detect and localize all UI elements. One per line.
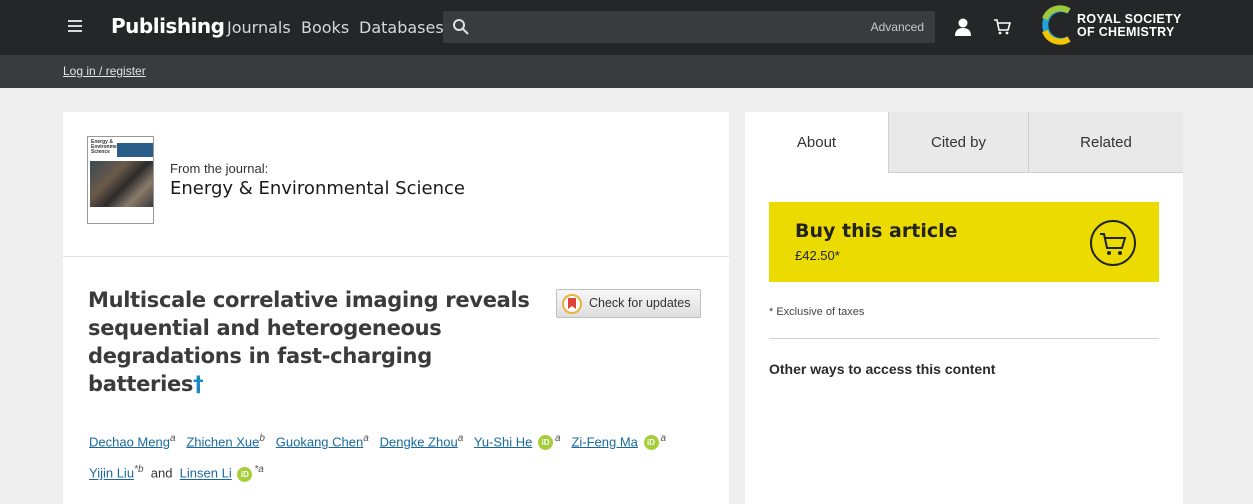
search-box: Advanced [443,11,935,43]
nav-journals[interactable]: Journals [227,18,291,37]
affiliation-marker[interactable]: a [458,433,464,444]
advanced-search-link[interactable]: Advanced [871,20,924,34]
brand-publishing[interactable]: Publishing [111,14,225,38]
login-register-link[interactable]: Log in / register [63,64,146,78]
journal-name-link[interactable]: Energy & Environmental Science [170,178,465,199]
affiliation-marker[interactable]: *b [134,464,143,475]
tab-related[interactable]: Related [1028,112,1183,173]
tab-about[interactable]: About [745,112,888,173]
top-navigation-bar: Publishing Journals Books Databases Adva… [0,0,1253,55]
tab-cited-by[interactable]: Cited by [888,112,1028,173]
sidebar-card: About Cited by Related Buy this article … [745,112,1183,504]
author-link[interactable]: Zi-Feng Ma [571,434,637,449]
buy-price: £42.50* [795,248,840,263]
author-list: Dechao Menga Zhichen Xueb Guokang Chena … [89,425,719,488]
author-link[interactable]: Zhichen Xue [186,434,259,449]
nav-databases[interactable]: Databases [359,18,444,37]
search-icon[interactable] [452,18,470,36]
article-title-text: Multiscale correlative imaging reveals s… [88,288,530,396]
article-card: Energy & Environmental Science From the … [63,112,729,504]
nav-books[interactable]: Books [301,18,349,37]
secondary-bar [0,55,1253,88]
author-link[interactable]: Linsen Li [180,466,232,481]
orcid-icon[interactable]: iD [237,466,253,482]
search-input[interactable] [477,11,857,43]
affiliation-marker[interactable]: b [259,433,265,444]
affiliation-marker[interactable]: a [661,433,667,444]
orcid-icon[interactable]: iD [538,435,554,451]
cart-icon[interactable] [993,18,1011,36]
crossmark-icon [562,294,582,314]
affiliation-marker[interactable]: a [170,433,176,444]
footnote-dagger[interactable]: † [193,372,204,396]
author-link[interactable]: Dengke Zhou [380,434,458,449]
divider [769,338,1159,339]
orcid-icon[interactable]: iD [643,435,659,451]
affiliation-marker[interactable]: a [555,433,561,444]
buy-title: Buy this article [795,220,958,242]
journal-header: Energy & Environmental Science From the … [63,112,729,257]
author-link[interactable]: Yijin Liu [89,466,134,481]
author-link[interactable]: Yu-Shi He [474,434,533,449]
author-link[interactable]: Guokang Chen [276,434,363,449]
cover-photo [90,161,153,207]
check-for-updates-label: Check for updates [589,296,691,310]
menu-icon[interactable] [68,20,82,32]
rsc-wordmark-line2: OF CHEMISTRY [1077,25,1175,39]
buy-article-button[interactable]: Buy this article £42.50* [769,202,1159,282]
article-title: Multiscale correlative imaging reveals s… [88,286,538,398]
author-link[interactable]: Dechao Meng [89,434,170,449]
user-icon[interactable] [954,17,972,37]
tax-note: * Exclusive of taxes [769,306,865,318]
journal-cover-image[interactable]: Energy & Environmental Science [87,136,154,224]
affiliation-marker[interactable]: a [363,433,369,444]
rsc-wordmark[interactable]: ROYAL SOCIETY OF CHEMISTRY [1077,13,1182,39]
shopping-cart-icon [1090,220,1136,266]
from-journal-label: From the journal: [170,161,269,176]
cover-graphic [117,143,153,157]
rsc-logo-icon[interactable] [1039,5,1075,45]
other-access-heading: Other ways to access this content [769,361,996,377]
affiliation-marker[interactable]: *a [254,464,263,475]
check-for-updates-button[interactable]: Check for updates [556,289,701,318]
and-conjunction: and [150,465,173,481]
